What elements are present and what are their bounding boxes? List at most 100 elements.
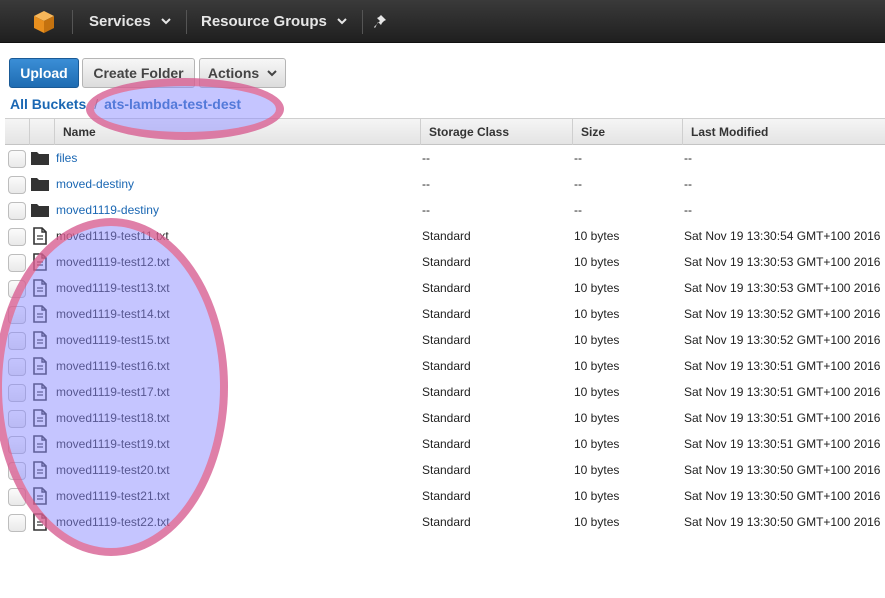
row-last-modified: Sat Nov 19 13:30:53 GMT+100 2016 [684,281,881,295]
table-row[interactable]: moved1119-test19.txt Standard 10 bytes Sat … [5,431,885,457]
row-checkbox[interactable] [8,228,26,246]
row-size: 10 bytes [574,489,620,503]
header-size[interactable]: Size [572,119,682,145]
row-size: -- [574,177,582,191]
row-name[interactable]: moved1119-test18.txt [56,405,170,431]
table-row[interactable]: moved1119-test17.txt Standard 10 bytes Sat … [5,379,885,405]
nav-divider [362,10,363,34]
table-row[interactable]: moved1119-test13.txt Standard 10 bytes Sat … [5,275,885,301]
row-size: 10 bytes [574,437,620,451]
actions-label: Actions [207,65,260,81]
row-checkbox[interactable] [8,150,26,168]
row-size: 10 bytes [574,333,620,347]
row-checkbox[interactable] [8,280,26,298]
table-row[interactable]: moved1119-test15.txt Standard 10 bytes Sat … [5,327,885,353]
table-row[interactable]: moved1119-test16.txt Standard 10 bytes Sat … [5,353,885,379]
actions-button[interactable]: Actions [199,58,286,88]
table-row[interactable]: moved1119-test22.txt Standard 10 bytes Sat … [5,509,885,535]
row-last-modified: Sat Nov 19 13:30:52 GMT+100 2016 [684,307,881,321]
row-checkbox[interactable] [8,306,26,324]
row-size: 10 bytes [574,281,620,295]
resource-groups-menu[interactable]: Resource Groups [201,0,347,43]
header-storage-class[interactable]: Storage Class [420,119,572,145]
table-row[interactable]: moved1119-test14.txt Standard 10 bytes Sat … [5,301,885,327]
file-icon [31,409,49,427]
row-checkbox[interactable] [8,358,26,376]
row-size: -- [574,151,582,165]
header-last-modified[interactable]: Last Modified [682,119,885,145]
breadcrumb-all-buckets[interactable]: All Buckets [10,96,86,112]
table-row[interactable]: moved1119-test21.txt Standard 10 bytes Sat … [5,483,885,509]
file-icon [31,435,49,453]
row-storage-class: -- [422,151,430,165]
row-name[interactable]: moved1119-test20.txt [56,457,170,483]
aws-cube-icon[interactable] [22,0,66,43]
row-checkbox[interactable] [8,436,26,454]
row-name[interactable]: moved1119-test17.txt [56,379,170,405]
create-folder-label: Create Folder [93,65,184,81]
header-name[interactable]: Name [54,119,420,145]
row-name[interactable]: moved1119-test12.txt [56,249,170,275]
file-icon [31,279,49,297]
pin-icon[interactable] [374,13,390,29]
row-size: 10 bytes [574,229,620,243]
row-storage-class: -- [422,203,430,217]
row-checkbox[interactable] [8,488,26,506]
row-name[interactable]: moved1119-test21.txt [56,483,170,509]
row-name[interactable]: moved1119-test22.txt [56,509,170,535]
row-storage-class: Standard [422,463,471,477]
row-size: 10 bytes [574,385,620,399]
row-name[interactable]: moved1119-test14.txt [56,301,170,327]
table-row[interactable]: moved1119-test20.txt Standard 10 bytes Sat … [5,457,885,483]
row-name[interactable]: moved1119-test16.txt [56,353,170,379]
row-checkbox[interactable] [8,462,26,480]
file-icon [31,305,49,323]
row-checkbox[interactable] [8,332,26,350]
create-folder-button[interactable]: Create Folder [82,58,195,88]
file-icon [31,487,49,505]
file-icon [31,253,49,271]
row-storage-class: Standard [422,229,471,243]
row-name[interactable]: moved1119-destiny [56,197,159,223]
table-body: files -- -- -- moved-destiny -- -- -- moved1119-… [5,145,885,535]
table-row[interactable]: moved-destiny -- -- -- [5,171,885,197]
row-last-modified: Sat Nov 19 13:30:51 GMT+100 2016 [684,437,881,451]
row-checkbox[interactable] [8,384,26,402]
row-storage-class: Standard [422,333,471,347]
services-menu[interactable]: Services [89,0,171,43]
upload-button[interactable]: Upload [9,58,79,88]
row-last-modified: Sat Nov 19 13:30:51 GMT+100 2016 [684,385,881,399]
row-name[interactable]: moved1119-test19.txt [56,431,170,457]
row-name[interactable]: moved1119-test15.txt [56,327,170,353]
top-nav-bar: Services Resource Groups [0,0,885,43]
breadcrumb-bucket[interactable]: ats-lambda-test-dest [104,96,241,112]
row-last-modified: -- [684,177,692,191]
row-checkbox[interactable] [8,176,26,194]
table-row[interactable]: moved1119-test12.txt Standard 10 bytes Sat … [5,249,885,275]
breadcrumb: All Buckets / ats-lambda-test-dest [10,96,241,112]
nav-divider [72,10,73,34]
row-checkbox[interactable] [8,410,26,428]
row-last-modified: Sat Nov 19 13:30:50 GMT+100 2016 [684,515,881,529]
row-name[interactable]: moved-destiny [56,171,134,197]
row-checkbox[interactable] [8,254,26,272]
row-last-modified: Sat Nov 19 13:30:51 GMT+100 2016 [684,359,881,373]
row-name[interactable]: files [56,145,77,171]
row-name[interactable]: moved1119-test13.txt [56,275,170,301]
row-storage-class: Standard [422,385,471,399]
table-row[interactable]: files -- -- -- [5,145,885,171]
header-icon-column [29,119,54,145]
breadcrumb-separator: / [94,96,99,112]
table-row[interactable]: moved1119-destiny -- -- -- [5,197,885,223]
header-select-column [5,119,29,145]
row-checkbox[interactable] [8,202,26,220]
file-icon [31,383,49,401]
table-row[interactable]: moved1119-test11.txt Standard 10 bytes Sat … [5,223,885,249]
nav-divider [186,10,187,34]
folder-icon [31,149,49,167]
row-name[interactable]: moved1119-test11.txt [56,223,169,249]
row-last-modified: -- [684,203,692,217]
row-size: 10 bytes [574,515,620,529]
table-row[interactable]: moved1119-test18.txt Standard 10 bytes Sat … [5,405,885,431]
row-checkbox[interactable] [8,514,26,532]
